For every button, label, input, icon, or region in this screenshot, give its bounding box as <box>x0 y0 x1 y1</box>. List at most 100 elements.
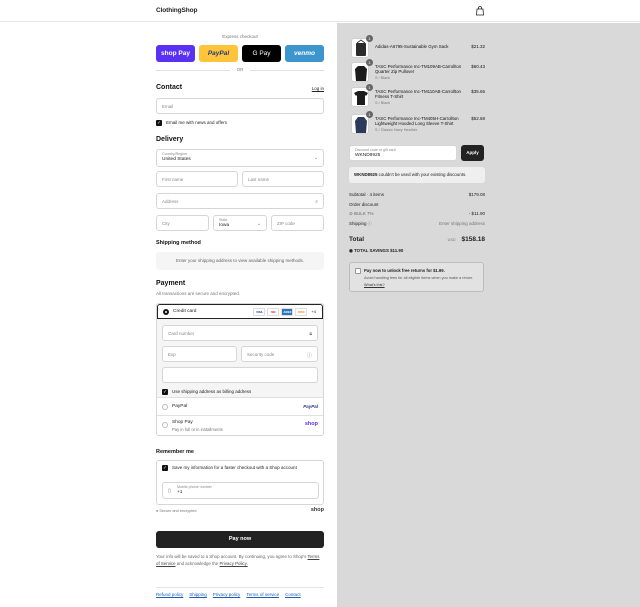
express-buttons: shop Pay PayPal G Pay venmo <box>156 45 324 62</box>
country-select[interactable]: Country/Region United States ⌄ <box>156 149 324 167</box>
quantity-badge: 1 <box>366 111 373 118</box>
order-summary-panel <box>337 23 640 607</box>
order-item: 1 TASC Performance Inc-TM110AB-Carrollto… <box>351 84 485 107</box>
payment-options: Credit card VISA MC AMEX DISC +4 Card nu… <box>156 303 324 436</box>
refund-policy-link[interactable]: Refund policy <box>156 592 183 597</box>
payment-heading: Payment <box>156 280 186 287</box>
state-label: State <box>219 218 228 222</box>
legal-intro: Your info will be saved to a Shop accoun… <box>156 554 307 559</box>
credit-card-label: Credit card <box>173 309 197 314</box>
contact-link[interactable]: Contact <box>285 592 301 597</box>
privacy-link[interactable]: Privacy Policy. <box>220 561 248 566</box>
discount-label: Discount code or gift card <box>355 148 396 152</box>
item-variant: S / Classic Navy Heather <box>375 128 418 132</box>
shopping-bag-icon[interactable] <box>475 6 485 16</box>
quantity-badge: 1 <box>366 35 373 42</box>
shipping-value: Enter shipping address <box>438 221 485 226</box>
shop-pay-radio[interactable] <box>162 422 168 428</box>
visa-icon: VISA <box>253 308 266 316</box>
subtotal-value: $179.08 <box>468 192 485 197</box>
quantity-badge: 1 <box>366 84 373 91</box>
item-price: $52.68 <box>471 116 485 121</box>
header: ClothingShop <box>0 0 640 22</box>
order-item: 1 TASC Performance Inc-TM109AB-Carrollto… <box>351 59 485 82</box>
paypal-radio[interactable] <box>162 404 168 410</box>
pay-now-button[interactable]: Pay now <box>156 531 324 548</box>
subtotal-label: Subtotal · 4 items <box>349 192 385 197</box>
checkout-form-panel: Express checkout shop Pay PayPal G Pay v… <box>0 23 337 607</box>
newsletter-label: Email me with news and offers <box>166 120 227 125</box>
amex-icon: AMEX <box>281 308 294 316</box>
country-label: Country/Region <box>162 152 187 156</box>
privacy-policy-link[interactable]: Privacy policy <box>213 592 241 597</box>
shipping-link[interactable]: Shipping <box>189 592 207 597</box>
remember-me-heading: Remember me <box>156 449 194 455</box>
shop-pay-button[interactable]: shop Pay <box>156 45 195 62</box>
save-info-checkbox[interactable]: ✓ <box>162 465 168 471</box>
free-returns-text: Avoid handling fees for all eligible ite… <box>364 276 474 280</box>
free-returns-checkbox[interactable] <box>355 268 361 274</box>
lock-icon: ● <box>156 509 159 513</box>
newsletter-checkbox[interactable]: ✓ <box>156 120 162 126</box>
contact-heading: Contact <box>156 84 183 91</box>
help-icon[interactable]: ⓘ <box>307 352 312 359</box>
email-field[interactable]: Email <box>156 98 324 114</box>
apply-button[interactable]: Apply <box>461 145 484 161</box>
paypal-option[interactable]: PayPal PayPal <box>157 398 323 416</box>
venmo-button[interactable]: venmo <box>285 45 324 62</box>
order-discount-row: Order discount <box>349 202 485 207</box>
security-code-field[interactable]: Security code ⓘ <box>241 346 318 362</box>
shop-pay-subtitle: Pay in full or in installments <box>172 427 223 432</box>
save-info-label: Save my information for a faster checkou… <box>172 465 297 470</box>
last-name-field[interactable]: Last name <box>242 171 324 187</box>
login-link[interactable]: Log in <box>312 86 324 91</box>
billing-address-checkbox[interactable]: ✓ <box>162 389 168 395</box>
tag-icon: ⊘ <box>349 211 353 216</box>
credit-card-radio[interactable] <box>163 309 169 315</box>
name-on-card-field[interactable] <box>162 367 318 383</box>
mastercard-icon: MC <box>267 308 280 316</box>
legal-text: Your info will be saved to a Shop accoun… <box>156 554 324 567</box>
delivery-heading: Delivery <box>156 136 184 143</box>
shipping-method-placeholder: Enter your shipping address to view avai… <box>156 252 324 270</box>
express-checkout-label: Express checkout <box>222 34 258 39</box>
remember-me-box: ✓ Save my information for a faster check… <box>156 460 324 505</box>
shop-logo[interactable]: ClothingShop <box>156 7 198 14</box>
chevron-down-icon: ⌄ <box>313 155 318 161</box>
free-returns-box: Pay now to unlock free returns for $1.99… <box>349 262 484 292</box>
shipping-method-heading: Shipping method <box>156 240 201 246</box>
legal-and: and acknowledge the <box>176 560 219 566</box>
discount-field[interactable]: Discount code or gift card WKND8925 <box>349 145 457 161</box>
order-discount-label: Order discount <box>349 202 379 207</box>
help-icon[interactable]: ⓘ <box>368 221 372 226</box>
item-name: TASC Performance Inc-TM109AB-Carrollton … <box>375 64 462 75</box>
order-item: 1 TASC Performance Inc-TM405H-Carrollton… <box>351 111 485 134</box>
total-row: Total USD $158.18 <box>349 236 485 243</box>
item-price: $60.43 <box>471 64 485 69</box>
error-text: couldn't be used with your existing disc… <box>378 172 467 177</box>
shipping-row: Shipping ⓘ Enter shipping address <box>349 221 485 227</box>
whats-this-link[interactable]: What's this? <box>364 283 385 287</box>
terms-of-service-link[interactable]: Terms of service <box>246 592 279 597</box>
address-field[interactable]: Address ⌕ <box>156 193 324 209</box>
item-variant: S / Black <box>375 76 390 80</box>
first-name-field[interactable]: First name <box>156 171 238 187</box>
card-number-field[interactable]: Card number 🔒︎ <box>162 325 318 341</box>
security-code-placeholder: Security code <box>247 351 275 357</box>
more-cards-count: +4 <box>311 309 316 314</box>
item-name: TASC Performance Inc-TM405H-Carrollton L… <box>375 116 459 127</box>
state-select[interactable]: State Iowa ⌄ <box>213 215 267 231</box>
paypal-button[interactable]: PayPal <box>199 45 238 62</box>
phone-field[interactable]: ▯ Mobile phone number +1 <box>162 482 319 499</box>
shop-pay-option[interactable]: Shop Pay Pay in full or in installments … <box>157 416 323 436</box>
zip-field[interactable]: ZIP code <box>271 215 324 231</box>
discount-error: WKND8925 couldn't be used with your exis… <box>349 167 485 183</box>
subtotal-row: Subtotal · 4 items $179.08 <box>349 192 485 197</box>
footer-links: Refund policy Shipping Privacy policy Te… <box>156 587 324 597</box>
paypal-logo: PayPal <box>303 404 318 409</box>
order-item: 1 Adidas-A6795-Sustainable Gym Sack $21.… <box>351 35 485 58</box>
expiry-field[interactable]: Exp <box>162 346 237 362</box>
google-pay-button[interactable]: G Pay <box>242 45 281 62</box>
city-field[interactable]: City <box>156 215 209 231</box>
credit-card-option[interactable]: Credit card VISA MC AMEX DISC +4 <box>157 304 323 319</box>
